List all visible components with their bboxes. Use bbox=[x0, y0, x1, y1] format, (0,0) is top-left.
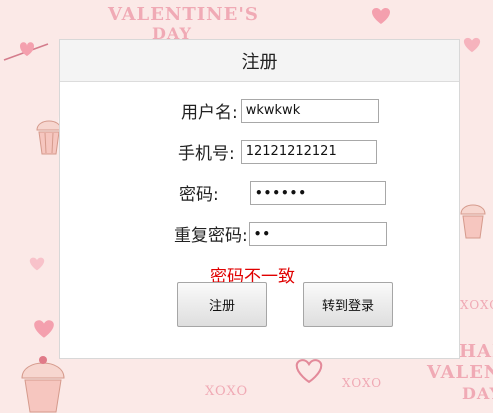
register-button[interactable]: 注册 bbox=[177, 282, 267, 327]
phone-label: 手机号: bbox=[178, 144, 235, 164]
password-label: 密码: bbox=[179, 185, 219, 205]
username-label: 用户名: bbox=[181, 103, 238, 123]
phone-row: 手机号: bbox=[178, 139, 377, 164]
bg-xoxo-text: XOXO bbox=[205, 384, 249, 399]
phone-input[interactable] bbox=[240, 139, 377, 164]
heart-icon bbox=[34, 320, 54, 338]
dialog-title: 注册 bbox=[241, 51, 278, 73]
username-row: 用户名: bbox=[181, 98, 379, 123]
bg-valentines-text-2: VALENTINE'S bbox=[427, 362, 493, 383]
bg-valentines-text: VALENTINE'S bbox=[108, 4, 259, 25]
confirm-password-row: 重复密码: bbox=[174, 221, 387, 246]
confirm-password-label: 重复密码: bbox=[174, 226, 248, 246]
heart-icon bbox=[295, 359, 323, 384]
register-dialog: 注册 用户名: 手机号: 密码: 重复密码: 密码不一致 注册 转到登录 bbox=[59, 39, 460, 359]
heart-icon bbox=[463, 37, 481, 53]
goto-login-button[interactable]: 转到登录 bbox=[303, 282, 393, 327]
cupcake-icon bbox=[460, 204, 486, 239]
password-input[interactable] bbox=[250, 180, 386, 205]
heart-icon bbox=[372, 8, 390, 24]
bg-happy-text: HAPPY bbox=[459, 341, 493, 362]
confirm-password-input[interactable] bbox=[248, 221, 387, 246]
heart-icon bbox=[29, 257, 45, 271]
cupcake-icon bbox=[21, 356, 65, 413]
username-input[interactable] bbox=[240, 98, 379, 123]
bg-xoxo-text-2: XOXO bbox=[342, 376, 383, 390]
password-row: 密码: bbox=[179, 180, 386, 205]
heart-arrow-icon bbox=[3, 42, 49, 61]
bg-xoxo-text-3: XOXO bbox=[460, 298, 493, 312]
dialog-header: 注册 bbox=[60, 40, 459, 82]
bg-day-text-2: DAY bbox=[462, 384, 493, 403]
